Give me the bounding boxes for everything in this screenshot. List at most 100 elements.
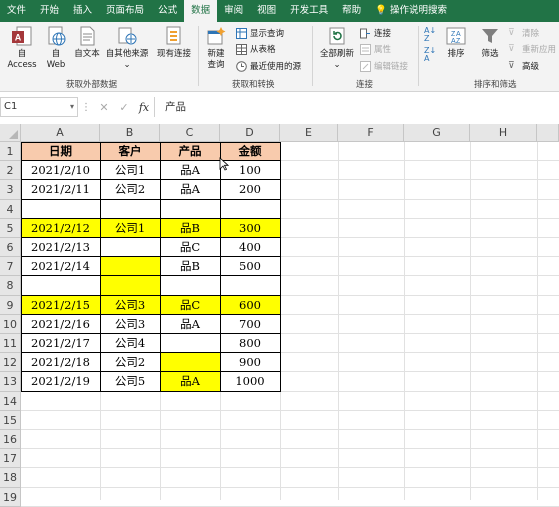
row-header-8[interactable]: 8 [0, 276, 21, 296]
table-cell[interactable]: 2021/2/12 [21, 219, 100, 238]
column-header-extra[interactable] [537, 124, 559, 142]
refresh-all-button[interactable]: 全部刷新 ⌄ [316, 25, 358, 71]
row-header-12[interactable]: 12 [0, 353, 21, 373]
more-icon[interactable]: ⋮ [78, 102, 94, 113]
table-cell[interactable]: 200 [220, 180, 280, 199]
row-header-15[interactable]: 15 [0, 410, 21, 430]
tab-view[interactable]: 视图 [250, 0, 283, 22]
table-cell[interactable] [100, 276, 160, 295]
table-cell[interactable]: 2021/2/18 [21, 353, 100, 372]
table-header-cell[interactable]: 日期 [21, 142, 100, 161]
from-text-button[interactable]: 自文本 [70, 25, 104, 60]
edit-links-button[interactable]: 编辑链接 [360, 59, 408, 73]
from-access-button[interactable]: A 自 Access [2, 25, 42, 71]
table-cell[interactable]: 公司2 [100, 353, 160, 372]
column-header-b[interactable]: B [100, 124, 160, 142]
table-cell[interactable]: 300 [220, 219, 280, 238]
table-cell[interactable]: 品A [160, 180, 220, 199]
show-queries-button[interactable]: 显示查询 [236, 26, 284, 40]
table-cell[interactable]: 500 [220, 257, 280, 276]
table-cell[interactable]: 公司5 [100, 372, 160, 391]
row-header-14[interactable]: 14 [0, 391, 21, 411]
table-cell[interactable] [160, 276, 220, 295]
row-header-5[interactable]: 5 [0, 218, 21, 238]
table-cell[interactable] [21, 200, 100, 219]
row-header-10[interactable]: 10 [0, 314, 21, 334]
column-header-e[interactable]: E [280, 124, 338, 142]
column-header-d[interactable]: D [220, 124, 280, 142]
table-cell[interactable] [220, 200, 280, 219]
recent-sources-button[interactable]: 最近使用的源 [236, 59, 301, 73]
tell-me-search[interactable]: 💡 操作说明搜索 [368, 0, 454, 22]
connections-button[interactable]: 连接 [360, 26, 391, 40]
table-cell[interactable]: 品B [160, 257, 220, 276]
table-cell[interactable]: 2021/2/11 [21, 180, 100, 199]
table-cell[interactable]: 品B [160, 219, 220, 238]
row-header-13[interactable]: 13 [0, 372, 21, 392]
new-query-button[interactable]: 新建 查询 [202, 25, 230, 71]
column-header-a[interactable]: A [21, 124, 100, 142]
table-cell[interactable]: 600 [220, 296, 280, 315]
table-cell[interactable]: 公司1 [100, 219, 160, 238]
insert-function-icon[interactable]: fx [134, 101, 154, 114]
row-header-19[interactable]: 19 [0, 487, 21, 507]
row-header-1[interactable]: 1 [0, 142, 21, 162]
formula-input[interactable]: 产品 [154, 97, 559, 117]
column-header-h[interactable]: H [470, 124, 537, 142]
from-table-button[interactable]: 从表格 [236, 42, 276, 56]
table-cell[interactable]: 700 [220, 315, 280, 334]
table-cell[interactable] [160, 334, 220, 353]
table-cell[interactable]: 公司3 [100, 315, 160, 334]
table-cell[interactable] [100, 257, 160, 276]
row-header-18[interactable]: 18 [0, 468, 21, 488]
table-cell[interactable]: 2021/2/15 [21, 296, 100, 315]
column-header-c[interactable]: C [160, 124, 220, 142]
row-header-16[interactable]: 16 [0, 430, 21, 450]
chevron-down-icon[interactable]: ▾ [70, 98, 74, 116]
tab-file[interactable]: 文件 [0, 0, 33, 22]
table-cell[interactable]: 品C [160, 238, 220, 257]
existing-connections-button[interactable]: 现有连接 [154, 25, 194, 60]
clear-button[interactable]: ⊽ 清除 [508, 26, 539, 40]
table-cell[interactable]: 2021/2/19 [21, 372, 100, 391]
table-cell[interactable]: 800 [220, 334, 280, 353]
sort-z-to-a-button[interactable]: Z↓ A [424, 47, 436, 63]
from-other-sources-button[interactable]: 自其他来源 ⌄ [104, 25, 150, 71]
filter-button[interactable]: 筛选 [476, 25, 504, 60]
row-header-9[interactable]: 9 [0, 295, 21, 315]
table-cell[interactable]: 400 [220, 238, 280, 257]
table-header-cell[interactable]: 金额 [220, 142, 280, 161]
enter-icon[interactable]: ✓ [114, 101, 134, 114]
table-cell[interactable]: 公司2 [100, 180, 160, 199]
table-cell[interactable] [220, 276, 280, 295]
row-header-7[interactable]: 7 [0, 257, 21, 277]
tab-insert[interactable]: 插入 [66, 0, 99, 22]
tab-formulas[interactable]: 公式 [151, 0, 184, 22]
properties-button[interactable]: 属性 [360, 42, 391, 56]
table-cell[interactable]: 公司1 [100, 161, 160, 180]
table-cell[interactable]: 2021/2/14 [21, 257, 100, 276]
tab-page-layout[interactable]: 页面布局 [99, 0, 151, 22]
tab-review[interactable]: 审阅 [217, 0, 250, 22]
table-header-cell[interactable]: 产品 [160, 142, 220, 161]
table-cell[interactable]: 100 [220, 161, 280, 180]
table-header-cell[interactable]: 客户 [100, 142, 160, 161]
row-header-11[interactable]: 11 [0, 334, 21, 354]
column-header-f[interactable]: F [338, 124, 404, 142]
table-cell[interactable]: 2021/2/13 [21, 238, 100, 257]
tab-help[interactable]: 帮助 [335, 0, 368, 22]
table-cell[interactable]: 公司4 [100, 334, 160, 353]
row-header-3[interactable]: 3 [0, 180, 21, 200]
reapply-button[interactable]: ⊽ 重新应用 [508, 42, 556, 56]
row-header-17[interactable]: 17 [0, 449, 21, 469]
sort-a-to-z-button[interactable]: A↓ Z [424, 27, 436, 43]
table-cell[interactable]: 品A [160, 372, 220, 391]
table-cell[interactable]: 品C [160, 296, 220, 315]
table-cell[interactable] [100, 200, 160, 219]
table-cell[interactable] [100, 238, 160, 257]
column-header-g[interactable]: G [404, 124, 470, 142]
row-header-2[interactable]: 2 [0, 161, 21, 181]
table-cell[interactable]: 品A [160, 315, 220, 334]
table-cell[interactable] [160, 353, 220, 372]
table-cell[interactable]: 品A [160, 161, 220, 180]
